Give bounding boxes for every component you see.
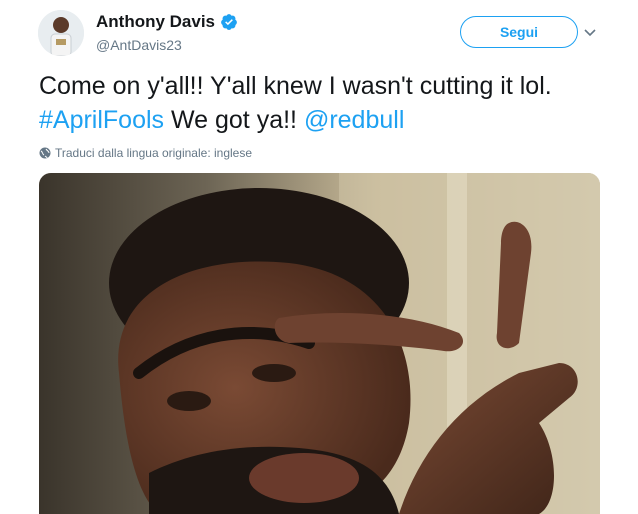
tweet-media-photo[interactable] bbox=[39, 173, 600, 514]
follow-button[interactable]: Segui bbox=[460, 16, 578, 48]
avatar[interactable] bbox=[38, 10, 84, 56]
name-row: Anthony Davis bbox=[96, 12, 238, 32]
hashtag-link[interactable]: #AprilFools bbox=[39, 106, 164, 134]
tweet-text: Come on y'all!! Y'all knew I wasn't cutt… bbox=[39, 69, 599, 137]
globe-icon bbox=[39, 147, 51, 159]
tweet-text-part-1: Come on y'all!! Y'all knew I wasn't cutt… bbox=[39, 72, 552, 100]
user-handle[interactable]: @AntDavis23 bbox=[96, 37, 182, 53]
chevron-down-icon[interactable] bbox=[582, 24, 598, 40]
tweet-text-part-2: We got ya!! bbox=[164, 106, 304, 134]
avatar-image bbox=[38, 10, 84, 56]
verified-badge-icon bbox=[220, 13, 238, 31]
mention-link[interactable]: @redbull bbox=[304, 106, 404, 134]
translate-label: Traduci dalla lingua originale: inglese bbox=[55, 146, 253, 160]
photo-image bbox=[39, 173, 600, 514]
display-name[interactable]: Anthony Davis bbox=[96, 12, 215, 32]
translate-link[interactable]: Traduci dalla lingua originale: inglese bbox=[39, 146, 252, 160]
tweet-header: Anthony Davis @AntDavis23 Segui bbox=[0, 0, 638, 60]
